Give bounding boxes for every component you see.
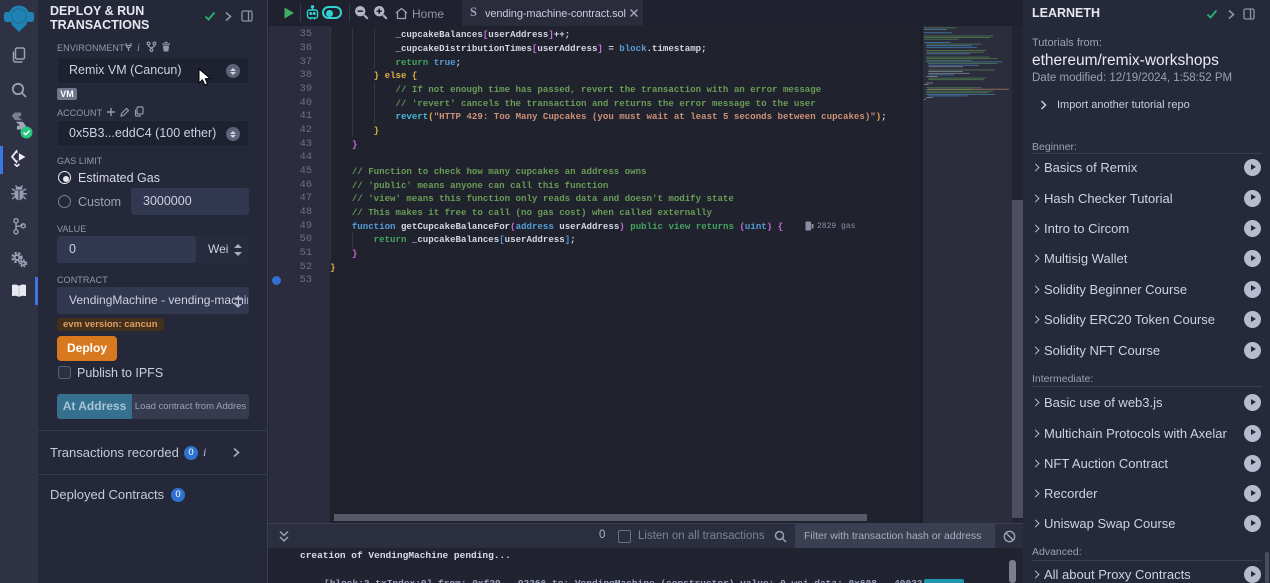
svg-text:i: i [137, 43, 140, 52]
